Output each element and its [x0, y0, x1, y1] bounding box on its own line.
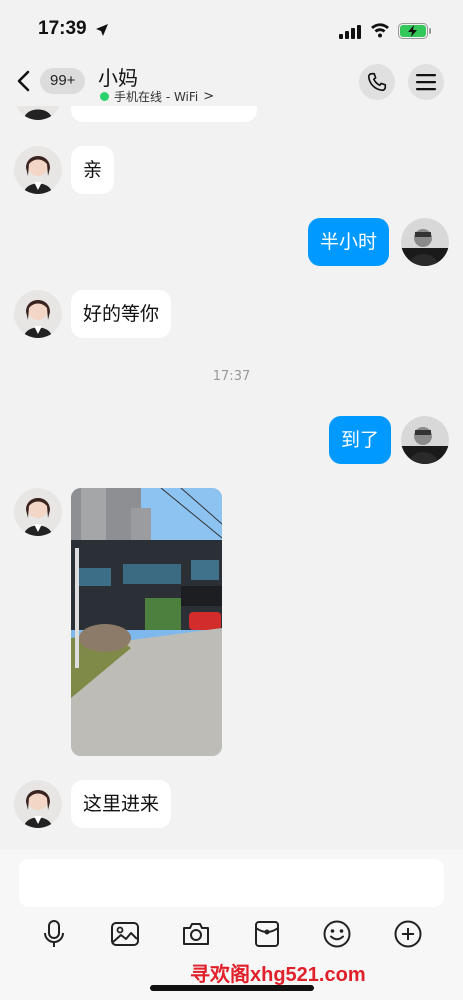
online-dot-icon	[100, 92, 109, 101]
menu-button[interactable]	[408, 64, 444, 100]
online-status-text: 手机在线 - WiFi	[114, 90, 199, 104]
emoji-icon[interactable]	[321, 918, 353, 950]
contact-avatar[interactable]	[14, 780, 62, 828]
chat-header: 99+ 小妈 手机在线 - WiFi >	[0, 58, 463, 106]
incoming-message[interactable]: 亲	[71, 146, 115, 194]
my-avatar[interactable]	[401, 416, 449, 464]
chat-message-list[interactable]: 亲 半小时 好的等你 17:37 到了 这里进来	[0, 0, 463, 850]
camera-icon[interactable]	[180, 918, 212, 950]
battery-charging-icon	[398, 23, 432, 43]
incoming-message[interactable]: 这里进来	[71, 780, 172, 828]
unread-count-badge[interactable]: 99+	[40, 68, 86, 94]
status-bar: 17:39	[0, 0, 463, 58]
wifi-icon	[370, 22, 390, 42]
plus-icon[interactable]	[392, 918, 424, 950]
outgoing-message[interactable]: 到了	[329, 416, 392, 464]
input-area: 寻欢阁xhg521.com	[0, 850, 463, 1000]
message-input[interactable]	[19, 859, 444, 907]
image-icon[interactable]	[109, 918, 141, 950]
red-packet-icon[interactable]	[251, 918, 283, 950]
contact-name[interactable]: 小妈	[98, 62, 138, 91]
my-avatar[interactable]	[401, 218, 449, 266]
cellular-signal-icon	[339, 24, 363, 43]
phone-call-button[interactable]	[359, 64, 395, 100]
back-button[interactable]	[14, 66, 38, 96]
photo-message[interactable]	[71, 488, 222, 756]
outgoing-message[interactable]: 半小时	[308, 218, 390, 266]
mic-icon[interactable]	[38, 918, 70, 950]
contact-avatar[interactable]	[14, 146, 62, 194]
home-indicator[interactable]	[150, 985, 314, 991]
chevron-right-icon: >	[203, 89, 215, 104]
contact-avatar[interactable]	[14, 290, 62, 338]
incoming-message[interactable]: 好的等你	[71, 290, 172, 338]
location-arrow-icon	[95, 22, 109, 41]
contact-avatar[interactable]	[14, 488, 62, 536]
status-time: 17:39	[38, 18, 87, 39]
online-status[interactable]: 手机在线 - WiFi >	[100, 88, 214, 105]
watermark: 寻欢阁xhg521.com	[190, 964, 366, 986]
timestamp-separator: 17:37	[212, 369, 251, 384]
